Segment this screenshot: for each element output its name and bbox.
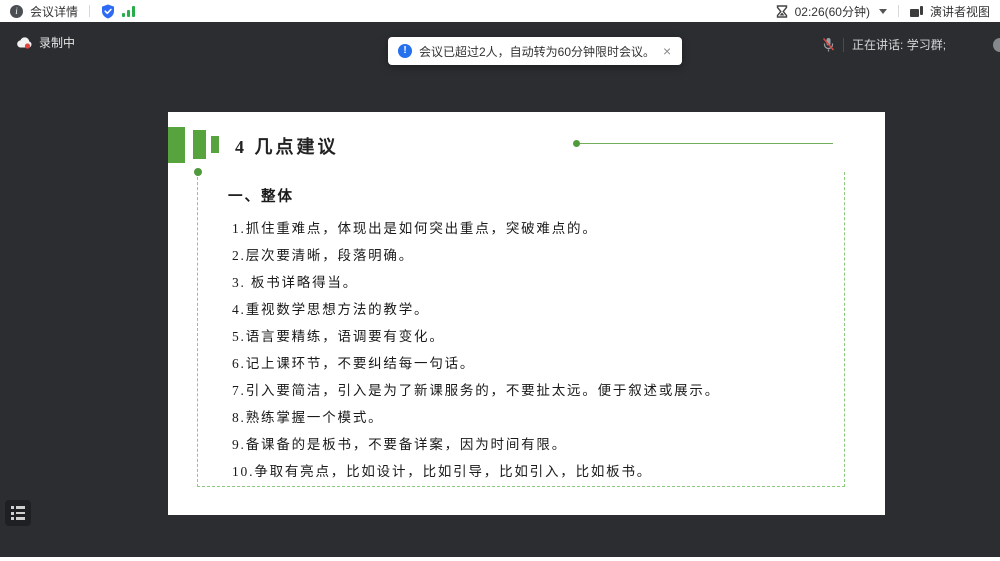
list-icon <box>11 506 25 520</box>
chevron-down-icon[interactable] <box>878 8 887 14</box>
divider <box>89 5 91 17</box>
speaker-view-button[interactable]: 演讲者视图 <box>930 3 990 20</box>
agenda-list-button[interactable] <box>5 500 31 526</box>
meeting-stage: 录制中 ! 会议已超过2人，自动转为60分钟限时会议。 × 正在讲话: 学习群;… <box>0 22 1000 557</box>
recording-indicator: 录制中 <box>16 34 75 51</box>
title-line-decoration <box>573 140 833 147</box>
line-dot <box>573 140 580 147</box>
speaking-label: 正在讲话: <box>852 38 904 52</box>
cloud-recording-icon <box>17 37 32 49</box>
green-bar-decoration <box>168 127 185 163</box>
section-heading: 一、整体 <box>228 189 294 205</box>
slide-list-item: 4.重视数学思想方法的教学。 <box>232 302 430 317</box>
toast-info-icon: ! <box>398 44 412 58</box>
meeting-info-icon: i <box>10 4 23 18</box>
green-bar-decoration <box>211 136 219 153</box>
divider <box>843 37 844 52</box>
network-signal-icon[interactable] <box>122 5 136 17</box>
slide-list-item: 3. 板书详略得当。 <box>232 275 358 290</box>
box-corner-dot <box>194 168 202 176</box>
slide-list-item: 9.备课备的是板书，不要备详案，因为时间有限。 <box>232 437 568 452</box>
slide-list-item: 8.熟练掌握一个模式。 <box>232 410 384 425</box>
hourglass-icon <box>776 4 787 18</box>
slide-list-item: 10.争取有亮点，比如设计，比如引导，比如引入，比如板书。 <box>232 464 653 479</box>
security-shield-icon[interactable] <box>101 4 115 19</box>
speaking-name: 学习群; <box>906 38 947 52</box>
active-speaker-bar: 正在讲话: 学习群; <box>822 36 946 53</box>
slide-content-box: 一、整体 1.抓住重难点，体现出是如何突出重点，突破难点的。 2.层次要清晰，段… <box>194 168 845 487</box>
top-bar: i 会议详情 02:26(60分钟) 演讲者视图 <box>0 0 1000 22</box>
line-rule <box>580 143 833 144</box>
toast-close-icon[interactable]: × <box>662 44 672 58</box>
slide-list-item: 5.语言要精练，语调要有变化。 <box>232 329 445 344</box>
slide-list-item: 1.抓住重难点，体现出是如何突出重点，突破难点的。 <box>232 221 598 236</box>
slide-title: 4 几点建议 <box>235 137 339 157</box>
shared-presentation-slide: 4 几点建议 一、整体 1.抓住重难点，体现出是如何突出重点，突破难点的。 2.… <box>168 112 885 515</box>
microphone-muted-icon[interactable] <box>822 37 835 52</box>
meeting-timer[interactable]: 02:26(60分钟) <box>795 3 870 20</box>
recording-label: 录制中 <box>39 36 76 50</box>
slide-item-list: 1.抓住重难点，体现出是如何突出重点，突破难点的。 2.层次要清晰，段落明确。 … <box>232 215 844 485</box>
divider <box>897 5 899 17</box>
speaker-view-icon <box>909 5 923 17</box>
slide-list-item: 2.层次要清晰，段落明确。 <box>232 248 415 263</box>
toast-message: 会议已超过2人，自动转为60分钟限时会议。 <box>419 44 656 59</box>
meeting-details-button[interactable]: 会议详情 <box>30 3 78 20</box>
green-bar-decoration <box>193 130 206 159</box>
meeting-limit-toast: ! 会议已超过2人，自动转为60分钟限时会议。 × <box>388 37 683 65</box>
slide-list-item: 7.引入要简洁，引入是为了新课服务的，不要扯太远。便于叙述或展示。 <box>232 383 721 398</box>
panel-collapse-handle[interactable] <box>993 38 1000 52</box>
slide-list-item: 6.记上课环节，不要纠结每一句话。 <box>232 356 476 371</box>
